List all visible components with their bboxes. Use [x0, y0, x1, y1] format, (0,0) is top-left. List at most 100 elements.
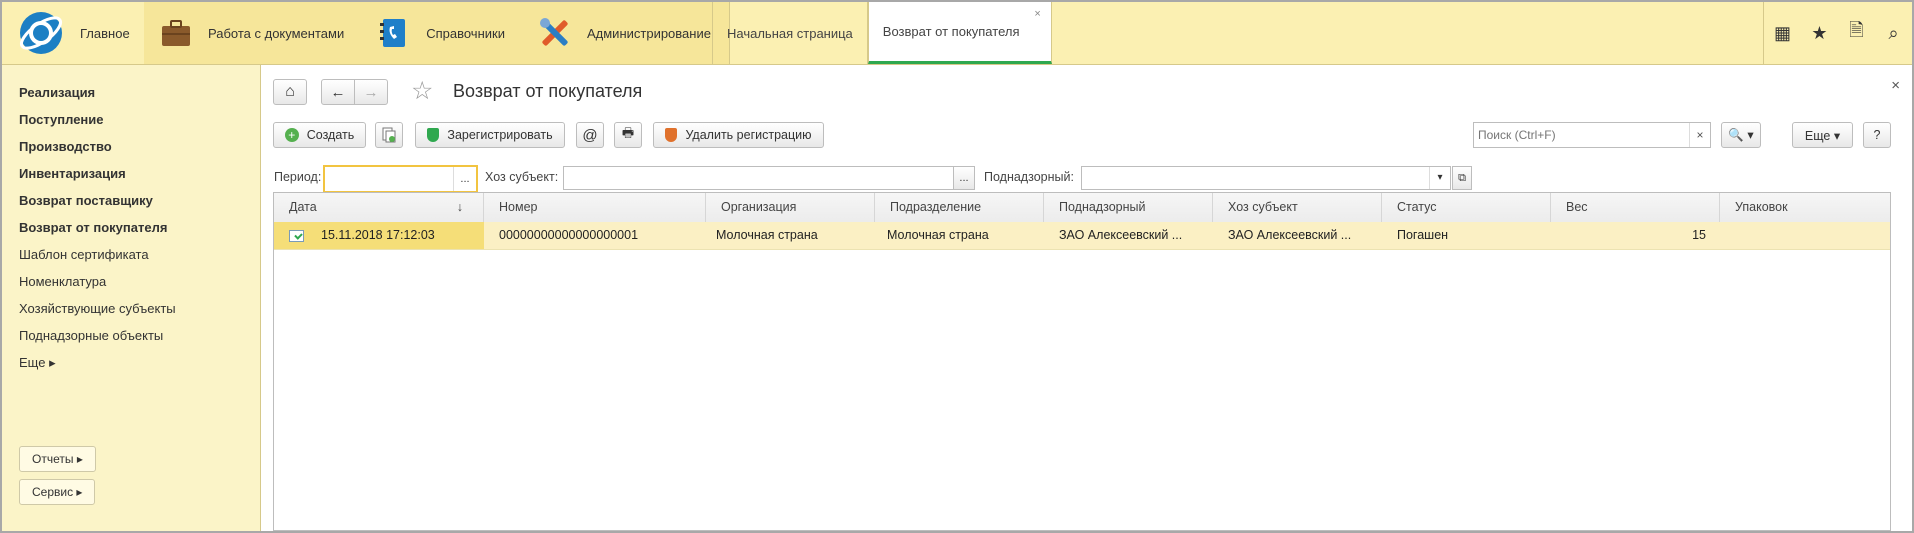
cell-packs [1720, 222, 1890, 249]
forward-button[interactable]: → [354, 79, 388, 105]
sidebar-item-return-buyer[interactable]: Возврат от покупателя [19, 220, 167, 235]
search-input[interactable] [1474, 123, 1692, 147]
cell-organization: Молочная страна [716, 228, 818, 242]
unregister-button[interactable]: Удалить регистрацию [653, 122, 824, 148]
sidebar-item-receipt[interactable]: Поступление [19, 112, 104, 127]
table-header: Дата ↓ Номер Организация Подразделение П… [274, 193, 1890, 223]
supervised-input[interactable] [1082, 167, 1430, 189]
section-documents-label: Работа с документами [208, 25, 345, 41]
sidebar: Реализация Поступление Производство Инве… [2, 65, 261, 531]
create-button[interactable]: + Создать [273, 122, 366, 148]
print-button[interactable]: 🖶 [614, 122, 642, 148]
tools-icon [539, 18, 568, 46]
period-field: ... [323, 165, 478, 193]
period-select-button[interactable]: ... [453, 167, 476, 191]
cell-status: Погашен [1397, 228, 1449, 242]
column-number[interactable]: Номер [484, 193, 706, 222]
tab-home-page-label: Начальная страница [727, 25, 853, 41]
cell-date: 15.11.2018 17:12:03 [274, 222, 484, 249]
shield-icon [427, 128, 440, 142]
supervised-open-button[interactable]: ⧉ [1452, 166, 1472, 190]
top-bar: Главное Работа с документами Справочники [2, 2, 1912, 65]
phonebook-icon [380, 19, 406, 47]
supervised-field: ▾ [1081, 166, 1451, 190]
favorite-star-icon[interactable]: ☆ [411, 76, 433, 106]
section-references-label: Справочники [426, 25, 505, 41]
cell-entity: ЗАО Алексеевский ... [1228, 228, 1352, 242]
section-documents[interactable]: Работа с документами [144, 2, 362, 64]
section-admin[interactable]: Администрирование [523, 2, 729, 64]
sidebar-item-production[interactable]: Производство [19, 139, 112, 154]
sidebar-item-business-entities[interactable]: Хозяйствующие субъекты [19, 301, 176, 316]
sidebar-item-nomenclature[interactable]: Номенклатура [19, 274, 106, 289]
page-title: Возврат от покупателя [453, 81, 643, 101]
entity-input[interactable] [564, 167, 952, 189]
search-field: × [1473, 122, 1711, 148]
copy-doc-icon [382, 127, 396, 143]
cell-division: Молочная страна [887, 228, 989, 242]
tab-return-from-buyer[interactable]: Возврат от покупателя × [867, 2, 1052, 64]
column-organization[interactable]: Организация [706, 193, 875, 222]
column-status[interactable]: Статус [1382, 193, 1551, 222]
create-label: Создать [306, 128, 355, 142]
tab-close-icon[interactable]: × [1034, 8, 1040, 20]
tab-return-label: Возврат от покупателя [882, 24, 1020, 39]
help-button[interactable]: ? [1863, 122, 1891, 148]
cell-weight: 15 [1692, 228, 1706, 242]
cell-date-value: 15.11.2018 17:12:03 [321, 228, 435, 242]
cell-supervised: ЗАО Алексеевский ... [1059, 228, 1183, 242]
grid-menu-icon[interactable]: ▦ [1764, 2, 1801, 64]
section-references[interactable]: Справочники [362, 2, 523, 64]
plus-circle-icon: + [284, 128, 299, 142]
main-form: ⌂ ← → ☆ Возврат от покупателя × + Создат… [261, 65, 1912, 531]
back-button[interactable]: ← [321, 79, 355, 105]
entity-field [563, 166, 955, 190]
column-packs[interactable]: Упаковок [1720, 193, 1890, 222]
logo-icon [19, 12, 63, 54]
sidebar-item-more[interactable]: Еще ▸ [19, 355, 56, 371]
search-icon[interactable]: ⌕ [1875, 2, 1912, 64]
column-date[interactable]: Дата ↓ [274, 193, 484, 222]
supervised-dropdown-icon[interactable]: ▾ [1429, 167, 1450, 189]
column-entity[interactable]: Хоз субъект [1213, 193, 1382, 222]
home-section[interactable]: Главное [2, 2, 145, 64]
register-button[interactable]: Зарегистрировать [415, 122, 565, 148]
sidebar-item-return-supplier[interactable]: Возврат поставщику [19, 193, 153, 208]
document-posted-icon [289, 230, 304, 242]
column-supervised[interactable]: Поднадзорный [1044, 193, 1213, 222]
period-input[interactable] [325, 167, 455, 191]
reports-button[interactable]: Отчеты ▸ [19, 446, 96, 472]
supervised-label: Поднадзорный: [984, 170, 1074, 184]
email-button[interactable]: @ [576, 122, 604, 148]
sidebar-item-sales[interactable]: Реализация [19, 85, 95, 100]
history-icon[interactable]: 🗎 [1838, 2, 1875, 64]
sidebar-item-certificate-template[interactable]: Шаблон сертификата [19, 247, 149, 262]
app-window: Главное Работа с документами Справочники [0, 0, 1914, 533]
sort-down-icon: ↓ [456, 200, 463, 214]
tab-home-page[interactable]: Начальная страница [712, 2, 868, 64]
search-clear-icon[interactable]: × [1689, 123, 1710, 147]
top-tools: ▦ ★ 🗎 ⌕ [1763, 2, 1912, 64]
section-admin-label: Администрирование [586, 25, 711, 41]
sidebar-item-supervised-objects[interactable]: Поднадзорные объекты [19, 328, 163, 343]
close-form-icon[interactable]: × [1891, 77, 1900, 94]
column-division[interactable]: Подразделение [875, 193, 1044, 222]
period-label: Период: [274, 170, 322, 184]
forward-arrow-icon: → [363, 83, 379, 101]
home-icon: ⌂ [285, 83, 295, 100]
service-button[interactable]: Сервис ▸ [19, 479, 96, 505]
entity-select-button[interactable]: ... [953, 166, 975, 190]
copy-button[interactable] [375, 122, 403, 148]
table-row[interactable]: 15.11.2018 17:12:03 00000000000000000001… [274, 222, 1890, 250]
favorites-icon[interactable]: ★ [1801, 2, 1838, 64]
more-button[interactable]: Еще ▾ [1792, 122, 1853, 148]
sidebar-item-inventory[interactable]: Инвентаризация [19, 166, 126, 181]
column-date-label: Дата [289, 200, 317, 214]
column-weight[interactable]: Вес [1551, 193, 1720, 222]
sections-panel: Работа с документами Справочники Админис… [144, 2, 730, 64]
cell-number: 00000000000000000001 [499, 228, 639, 242]
home-button[interactable]: ⌂ [273, 79, 307, 105]
open-tabs: Начальная страница Возврат от покупателя… [712, 2, 1052, 64]
search-button[interactable]: 🔍 ▾ [1721, 122, 1761, 148]
shield-off-icon [665, 128, 678, 142]
